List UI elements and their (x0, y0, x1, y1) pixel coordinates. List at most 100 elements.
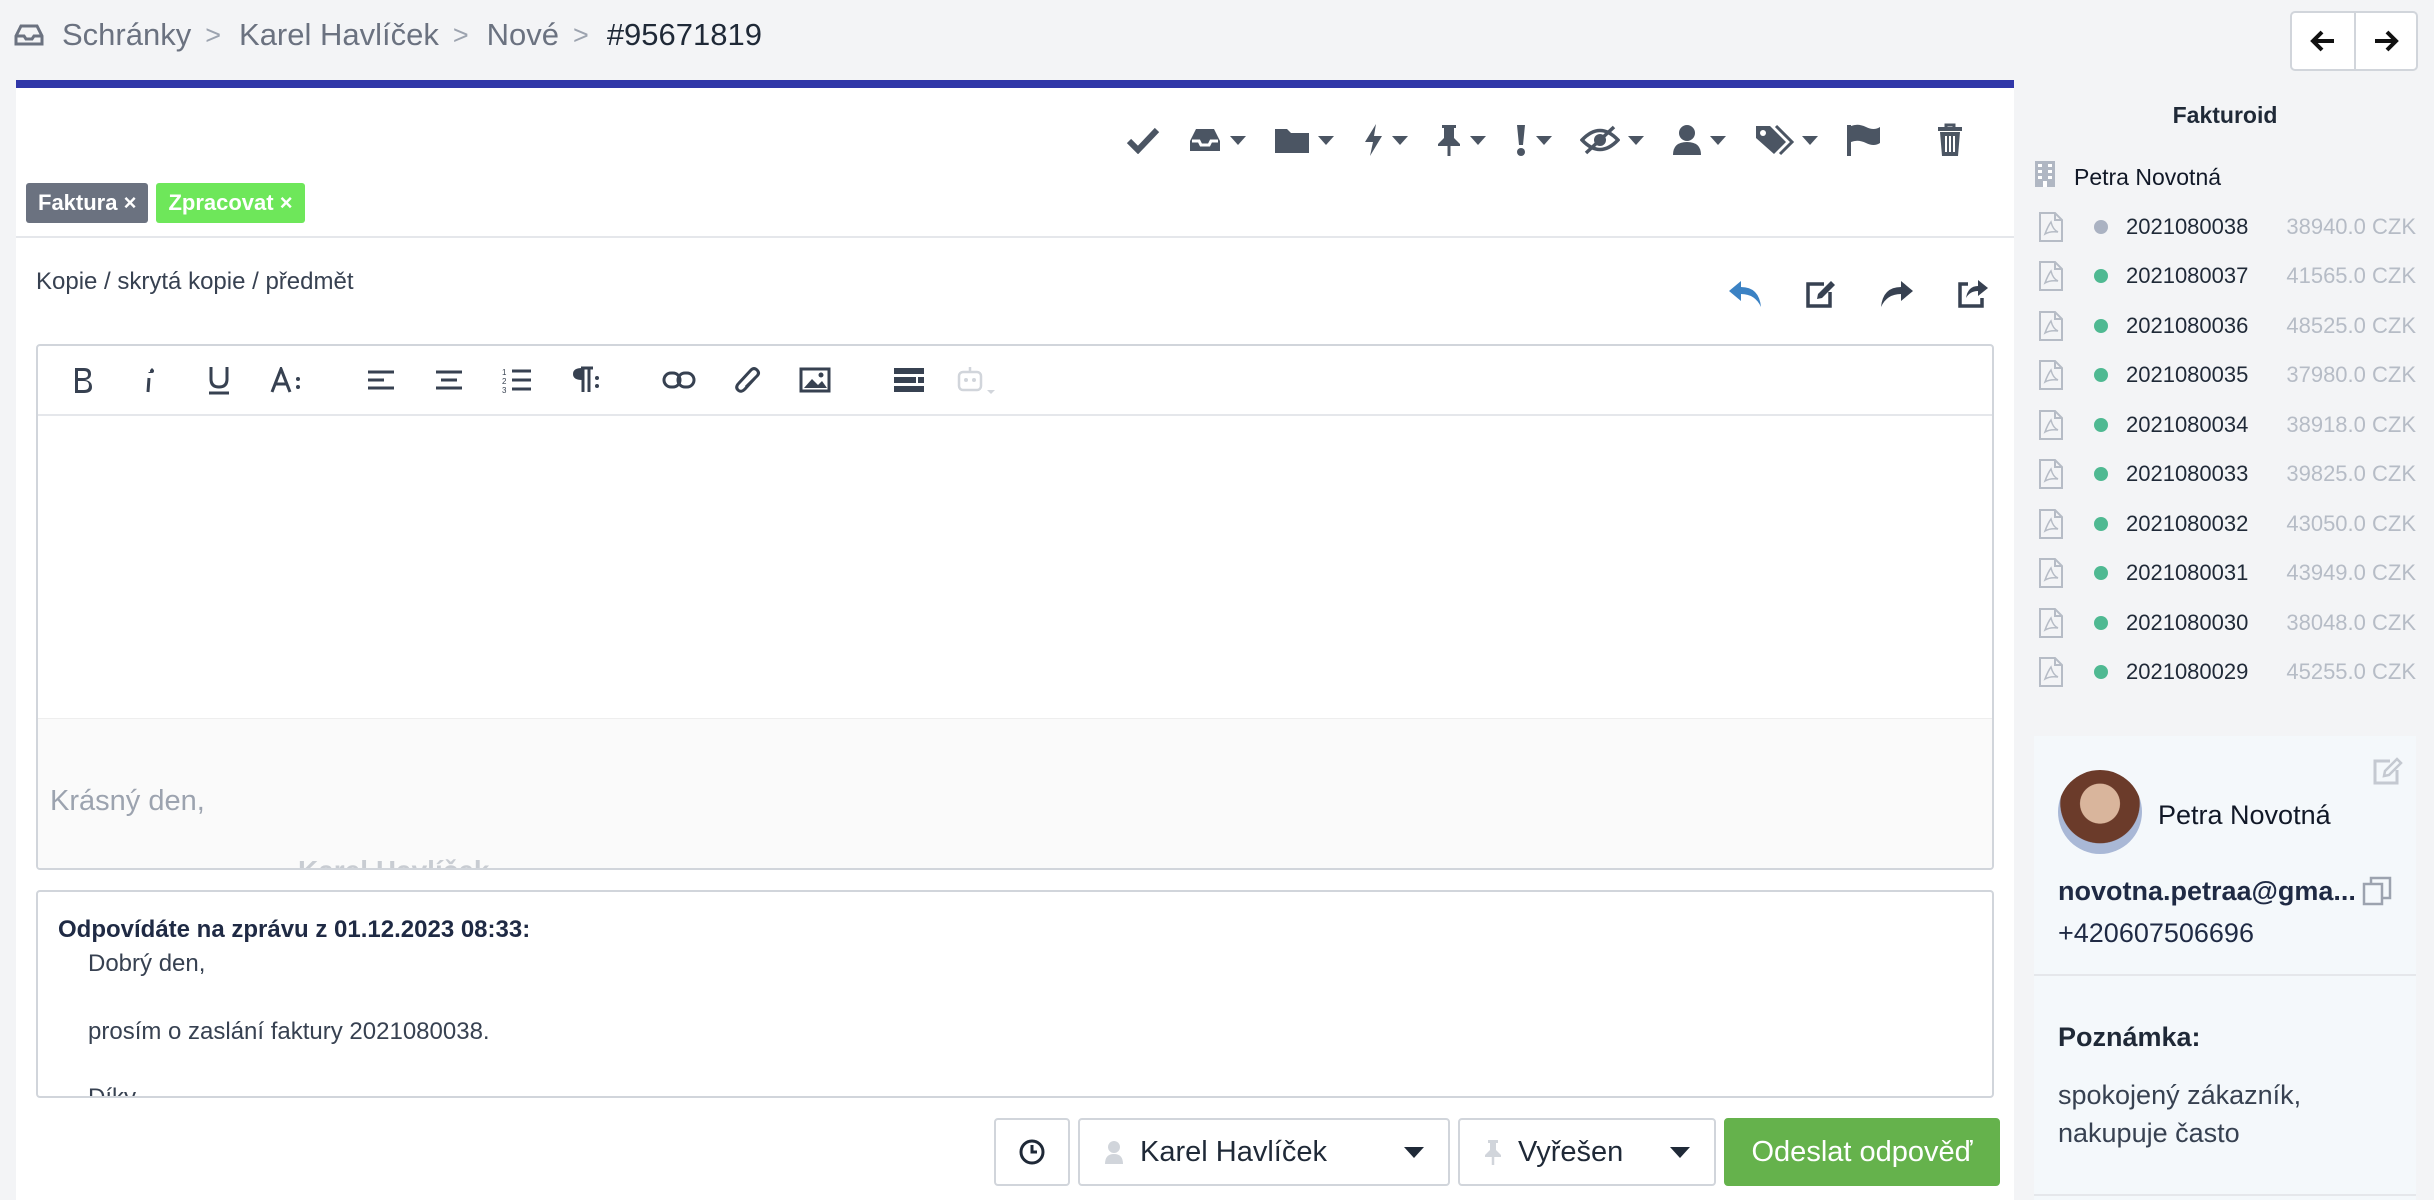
folder-dropdown[interactable] (1260, 110, 1348, 170)
invoice-status-dot (2094, 615, 2108, 630)
copy-email-button[interactable] (2362, 876, 2392, 911)
breadcrumb-separator: > (452, 19, 469, 50)
next-ticket-button[interactable] (2354, 13, 2416, 69)
invoice-row[interactable]: 2021080030 38048.0 CZK (2034, 598, 2416, 648)
building-icon (2035, 161, 2055, 187)
note-button[interactable] (1800, 273, 1842, 315)
invoice-number[interactable]: 2021080032 (2126, 511, 2248, 537)
invoice-number[interactable]: 2021080030 (2126, 610, 2248, 636)
invoice-status-dot (2094, 467, 2108, 482)
eye-slash-icon (1580, 125, 1620, 155)
invoice-number[interactable]: 2021080031 (2126, 560, 2248, 586)
contact-phone[interactable]: +420607506696 (2058, 918, 2254, 949)
link-icon (662, 371, 696, 389)
user-icon (1673, 125, 1701, 155)
fakturoid-customer[interactable]: Petra Novotná (2034, 160, 2221, 194)
status-select[interactable]: Vyřešen (1458, 1118, 1716, 1186)
assign-user-dropdown[interactable] (1658, 110, 1740, 170)
arrow-right-icon (2375, 30, 2399, 52)
pdf-file-icon (2039, 310, 2063, 341)
invoice-row[interactable]: 2021080034 38918.0 CZK (2034, 400, 2416, 450)
invoice-number[interactable]: 2021080035 (2126, 362, 2248, 388)
ai-assistant-button[interactable] (954, 357, 1000, 403)
ticket-tags: Faktura × Zpracovat × (26, 183, 305, 223)
font-size-icon (270, 367, 300, 393)
align-center-button[interactable] (426, 357, 472, 403)
insert-image-button[interactable] (792, 357, 838, 403)
chevron-down-icon (1628, 135, 1644, 145)
move-to-inbox-dropdown[interactable] (1174, 110, 1260, 170)
share-button[interactable] (1952, 273, 1994, 315)
invoice-row[interactable]: 2021080032 43050.0 CZK (2034, 499, 2416, 549)
ticket-id: #95671819 (606, 17, 762, 52)
pin-dropdown[interactable] (1422, 110, 1500, 170)
priority-dropdown[interactable] (1500, 110, 1566, 170)
pdf-file-icon (2039, 409, 2063, 440)
chevron-down-icon (1670, 1146, 1690, 1158)
bold-button[interactable] (60, 357, 106, 403)
invoice-row[interactable]: 2021080029 45255.0 CZK (2034, 648, 2416, 698)
invoice-number[interactable]: 2021080036 (2126, 313, 2248, 339)
invoice-number[interactable]: 2021080034 (2126, 412, 2248, 438)
delete-button[interactable] (1896, 110, 1978, 170)
assignee-select[interactable]: Karel Havlíček (1078, 1118, 1450, 1186)
italic-button[interactable] (128, 357, 174, 403)
edit-icon (2373, 757, 2403, 785)
italic-icon (146, 368, 154, 393)
invoice-amount: 39825.0 CZK (2286, 461, 2416, 487)
pdf-file-icon (2039, 360, 2063, 391)
reply-button[interactable] (1724, 273, 1766, 315)
invoice-status-dot (2094, 516, 2108, 531)
invoice-list: 2021080038 38940.0 CZK 2021080037 41565.0 C… (2034, 202, 2416, 697)
breadcrumb-item-agent[interactable]: Karel Havlíček (239, 17, 439, 53)
templates-button[interactable] (886, 357, 932, 403)
attach-file-button[interactable] (724, 357, 770, 403)
tag-zpracovat[interactable]: Zpracovat × (156, 183, 305, 223)
invoice-number[interactable]: 2021080029 (2126, 659, 2248, 685)
breadcrumb-item-schranky[interactable]: Schránky (62, 17, 191, 53)
fakturoid-sidebar: Fakturoid Petra Novotná 2021080038 38940.… (2034, 80, 2416, 1200)
assignee-value: Karel Havlíček (1140, 1135, 1327, 1168)
contact-email[interactable]: novotna.petraa@gma... (2058, 876, 2356, 907)
reply-icon (1729, 281, 1761, 307)
visibility-dropdown[interactable] (1566, 110, 1658, 170)
ordered-list-button[interactable]: 123 (494, 357, 540, 403)
send-reply-button[interactable]: Odeslat odpověď (1724, 1118, 2000, 1186)
insert-link-button[interactable] (656, 357, 702, 403)
tags-dropdown[interactable] (1740, 110, 1832, 170)
invoice-row[interactable]: 2021080038 38940.0 CZK (2034, 202, 2416, 252)
edit-contact-button[interactable] (2372, 756, 2404, 791)
pdf-file-icon (2039, 657, 2063, 688)
contact-name: Petra Novotná (2158, 800, 2331, 830)
schedule-send-button[interactable] (994, 1118, 1070, 1186)
invoice-row[interactable]: 2021080036 48525.0 CZK (2034, 301, 2416, 351)
underline-button[interactable] (196, 357, 242, 403)
invoice-number[interactable]: 2021080037 (2126, 263, 2248, 289)
breadcrumb-item-folder[interactable]: Nové (487, 17, 559, 53)
signature-block[interactable]: Krásný den, Karel Havlíček (38, 718, 1992, 868)
paragraph-format-button[interactable] (562, 357, 608, 403)
invoice-row[interactable]: 2021080033 39825.0 CZK (2034, 450, 2416, 500)
flag-button[interactable] (1832, 110, 1896, 170)
resolve-button[interactable] (1112, 110, 1174, 170)
invoice-row[interactable]: 2021080031 43949.0 CZK (2034, 549, 2416, 599)
align-left-button[interactable] (358, 357, 404, 403)
pdf-file-icon (2039, 558, 2063, 589)
inbox-icon (1190, 129, 1220, 151)
breadcrumb-separator: > (205, 19, 222, 50)
pdf-file-icon (2039, 607, 2063, 638)
tag-faktura[interactable]: Faktura × (26, 183, 149, 223)
reply-text-area[interactable] (38, 416, 1992, 718)
inbox-icon (14, 24, 44, 46)
automation-dropdown[interactable] (1348, 110, 1422, 170)
invoice-number[interactable]: 2021080033 (2126, 461, 2248, 487)
svg-text:2: 2 (502, 377, 507, 386)
editor-toolbar: 123 (38, 346, 1992, 416)
previous-ticket-button[interactable] (2292, 13, 2354, 69)
invoice-row[interactable]: 2021080035 37980.0 CZK (2034, 351, 2416, 401)
font-size-button[interactable] (264, 357, 310, 403)
invoice-number[interactable]: 2021080038 (2126, 214, 2248, 240)
forward-button[interactable] (1876, 273, 1918, 315)
cc-bcc-subject-link[interactable]: Kopie / skrytá kopie / předmět (36, 268, 353, 296)
invoice-row[interactable]: 2021080037 41565.0 CZK (2034, 252, 2416, 302)
